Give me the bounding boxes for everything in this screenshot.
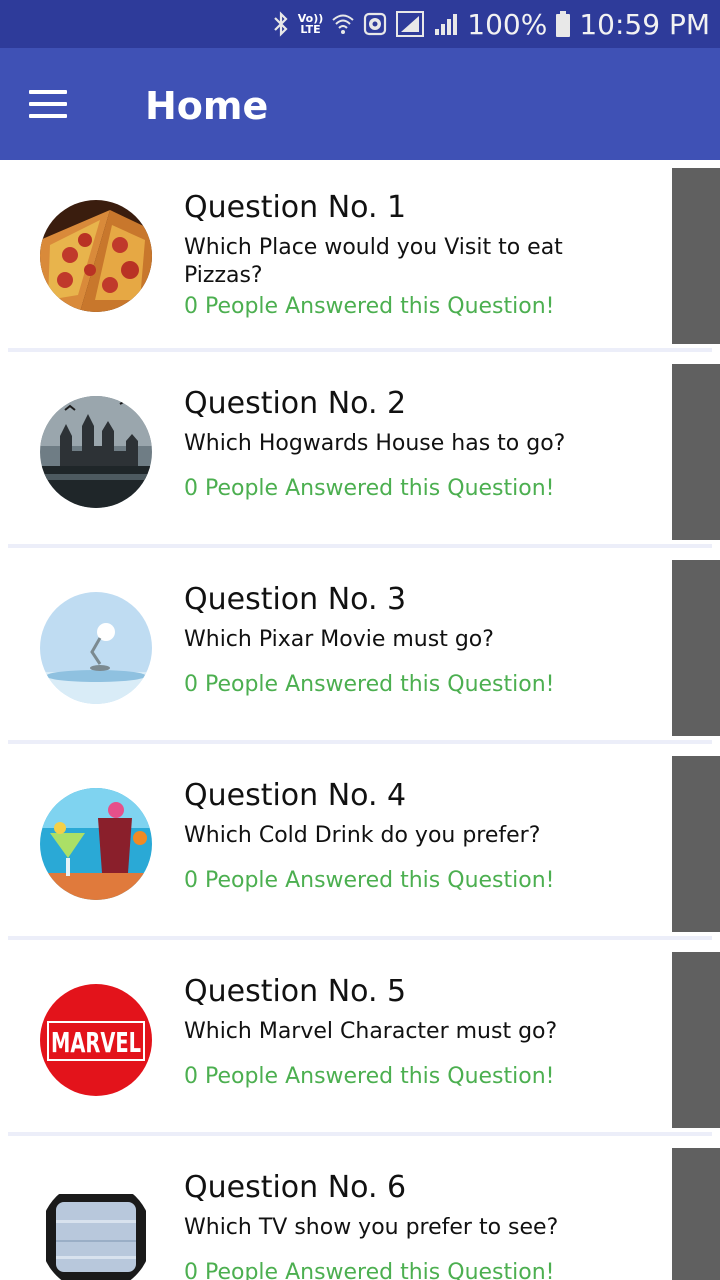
clock: 10:59 PM: [579, 7, 710, 41]
question-title: Question No. 2: [184, 386, 407, 421]
cold-drinks-image: [40, 788, 152, 900]
question-card[interactable]: Question No. 2 Which Hogwards House has …: [0, 356, 720, 552]
page-title: Home: [145, 84, 269, 128]
question-title: Question No. 6: [184, 1170, 407, 1205]
card-side-strip: [672, 364, 720, 540]
divider: [8, 1132, 712, 1136]
card-side-strip: [672, 756, 720, 932]
question-title: Question No. 4: [184, 778, 407, 813]
card-side-strip: [672, 560, 720, 736]
data-saver-icon: [363, 0, 387, 48]
question-text: Which Marvel Character must go?: [184, 1019, 558, 1044]
card-side-strip: [672, 168, 720, 344]
answer-count: 0 People Answered this Question!: [184, 672, 555, 697]
wifi-icon: [331, 0, 355, 48]
answer-count: 0 People Answered this Question!: [184, 1260, 555, 1280]
signal-icon: [395, 0, 425, 48]
app-bar: Home: [0, 48, 720, 160]
question-title: Question No. 3: [184, 582, 407, 617]
volte-icon: Vo)) LTE: [297, 12, 324, 36]
question-card[interactable]: Question No. 3 Which Pixar Movie must go…: [0, 552, 720, 748]
tv-image: [40, 1180, 152, 1280]
bluetooth-icon: [272, 0, 290, 48]
answer-count: 0 People Answered this Question!: [184, 294, 555, 319]
question-text: Which Place would you Visit to eat Pizza…: [184, 235, 563, 288]
pizza-image: [40, 200, 152, 312]
question-card[interactable]: Question No. 4 Which Cold Drink do you p…: [0, 748, 720, 944]
card-side-strip: [672, 952, 720, 1128]
marvel-logo-image: MARVEL: [40, 984, 152, 1096]
divider: [8, 348, 712, 352]
divider: [8, 544, 712, 548]
divider: [8, 740, 712, 744]
question-text: Which Hogwards House has to go?: [184, 431, 566, 456]
answer-count: 0 People Answered this Question!: [184, 476, 555, 501]
hogwarts-castle-image: [40, 396, 152, 508]
question-text: Which TV show you prefer to see?: [184, 1215, 559, 1240]
battery-percent: 100%: [467, 7, 548, 41]
answer-count: 0 People Answered this Question!: [184, 868, 555, 893]
question-card[interactable]: Question No. 6 Which TV show you prefer …: [0, 1140, 720, 1280]
pixar-lamp-image: [40, 592, 152, 704]
marvel-logo-text: MARVEL: [51, 1026, 141, 1059]
question-text: Which Cold Drink do you prefer?: [184, 823, 541, 848]
question-title: Question No. 5: [184, 974, 407, 1009]
card-side-strip: [672, 1148, 720, 1280]
question-text: Which Pixar Movie must go?: [184, 627, 494, 652]
menu-button[interactable]: [18, 74, 78, 134]
question-card[interactable]: Question No. 1 Which Place would you Vis…: [0, 160, 720, 356]
question-card[interactable]: MARVEL Question No. 5 Which Marvel Chara…: [0, 944, 720, 1140]
answer-count: 0 People Answered this Question!: [184, 1064, 555, 1089]
divider: [8, 936, 712, 940]
question-list: Question No. 1 Which Place would you Vis…: [0, 160, 720, 1280]
question-title: Question No. 1: [184, 190, 407, 225]
battery-icon: [555, 0, 571, 48]
signal-icon-2: [433, 0, 459, 48]
status-bar: Vo)) LTE 100% 10:59 PM: [0, 0, 720, 48]
hamburger-menu-icon: [29, 90, 67, 118]
